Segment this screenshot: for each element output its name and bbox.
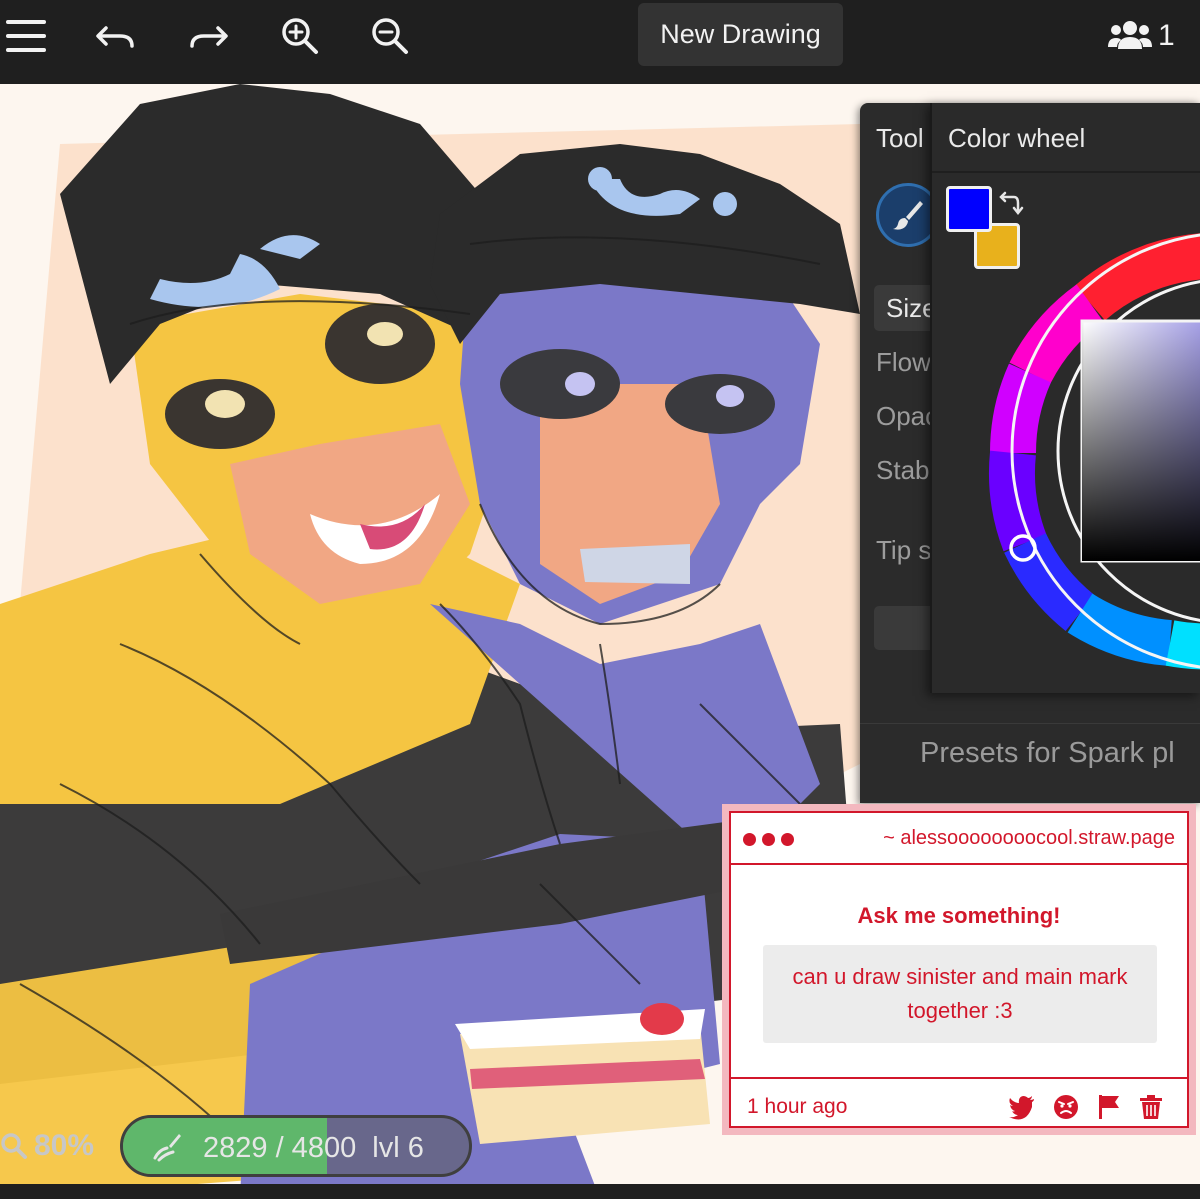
xp-text: 2829 / 4800 lvl 6 bbox=[203, 1132, 424, 1165]
ask-question: can u draw sinister and main mark togeth… bbox=[763, 945, 1157, 1043]
undo-icon bbox=[96, 26, 134, 48]
color-wheel-title: Color wheel bbox=[948, 123, 1086, 153]
ask-box-footer-divider bbox=[731, 1077, 1187, 1079]
ask-timestamp: 1 hour ago bbox=[747, 1095, 848, 1118]
stabilizer-setting[interactable]: Stab bbox=[876, 455, 930, 486]
xp-count: 2829 / 4800 bbox=[203, 1132, 357, 1164]
top-toolbar: New Drawing 1 bbox=[0, 0, 1200, 84]
presets-label[interactable]: Presets for Spark pl bbox=[920, 737, 1175, 770]
ask-box-url[interactable]: ~ alessoooooooocool.straw.page bbox=[883, 827, 1175, 850]
window-dot bbox=[781, 833, 794, 846]
ask-box: ~ alessoooooooocool.straw.page Ask me so… bbox=[722, 804, 1196, 1135]
brush-strokes-icon bbox=[153, 1134, 181, 1162]
users-icon bbox=[1108, 21, 1152, 49]
ask-box-inner: ~ alessoooooooocool.straw.page Ask me so… bbox=[729, 811, 1189, 1128]
users-button[interactable]: 1 bbox=[1108, 14, 1175, 58]
redo-icon bbox=[190, 26, 228, 48]
trash-icon[interactable] bbox=[1137, 1093, 1165, 1121]
tip-setting[interactable]: Tip s bbox=[876, 535, 931, 566]
tool-panel-title: Tool bbox=[876, 123, 924, 153]
redo-button[interactable] bbox=[176, 8, 240, 64]
xp-level: lvl 6 bbox=[372, 1132, 424, 1164]
angry-face-icon[interactable] bbox=[1052, 1093, 1080, 1121]
undo-button[interactable] bbox=[84, 8, 148, 64]
zoom-out-button[interactable] bbox=[358, 8, 422, 64]
color-wheel-panel: Color wheel bbox=[930, 103, 1200, 693]
zoom-indicator[interactable]: 80% bbox=[0, 1128, 94, 1164]
xp-progress-bar: 2829 / 4800 lvl 6 bbox=[120, 1115, 472, 1177]
twitter-icon[interactable] bbox=[1008, 1093, 1036, 1121]
color-wheel[interactable] bbox=[970, 223, 1200, 683]
menu-icon bbox=[6, 20, 46, 52]
color-wheel-header: Color wheel bbox=[932, 103, 1200, 173]
ask-box-title: Ask me something! bbox=[857, 903, 1061, 928]
swap-colors-icon[interactable] bbox=[996, 191, 1024, 219]
ask-box-header: ~ alessoooooooocool.straw.page bbox=[731, 813, 1187, 865]
flow-setting[interactable]: Flow bbox=[876, 347, 931, 378]
zoom-in-button[interactable] bbox=[268, 8, 332, 64]
users-count: 1 bbox=[1158, 19, 1175, 52]
new-drawing-button[interactable]: New Drawing bbox=[638, 3, 843, 66]
flag-icon[interactable] bbox=[1095, 1093, 1123, 1121]
menu-button[interactable] bbox=[0, 8, 58, 64]
zoom-level: 80% bbox=[34, 1129, 95, 1162]
tool-panel-divider bbox=[860, 723, 1200, 724]
brush-icon bbox=[893, 201, 923, 230]
zoom-out-icon bbox=[372, 18, 408, 54]
opacity-setting[interactable]: Opac bbox=[876, 401, 938, 432]
bottom-bar bbox=[0, 1184, 1200, 1199]
window-dot bbox=[743, 833, 756, 846]
window-dot bbox=[762, 833, 775, 846]
search-icon bbox=[1, 1133, 27, 1159]
zoom-in-icon bbox=[282, 18, 318, 54]
